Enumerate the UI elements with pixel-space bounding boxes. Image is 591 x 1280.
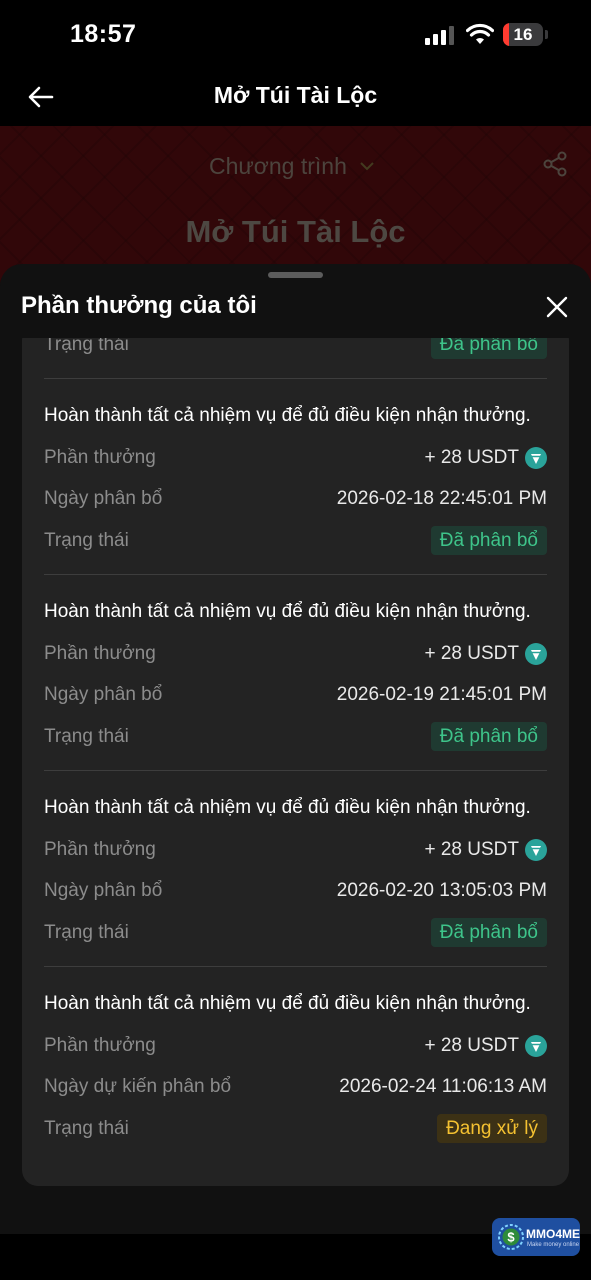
watermark-name: MMO4ME [526, 1227, 580, 1241]
reward-item-title: Hoàn thành tất cả nhiệm vụ để đủ điều ki… [44, 993, 531, 1014]
wifi-icon [466, 23, 494, 44]
rewards-card: Trạng thái Đã phân bổ Hoàn thành tất cả … [22, 324, 569, 1186]
usdt-icon [525, 643, 547, 665]
modal-backdrop[interactable] [0, 126, 591, 286]
cellular-signal-icon [425, 26, 454, 45]
battery-text: 16 [513, 25, 533, 44]
reward-value: + 28 USDT [424, 643, 519, 664]
reward-item-title: Hoàn thành tất cả nhiệm vụ để đủ điều ki… [44, 601, 531, 622]
divider [44, 966, 547, 967]
sheet-header: Phần thưởng của tôi [0, 278, 591, 338]
date-label: Ngày phân bổ [44, 684, 163, 705]
reward-label: Phần thưởng [44, 839, 156, 860]
reward-item-title: Hoàn thành tất cả nhiệm vụ để đủ điều ki… [44, 405, 531, 426]
status-label: Trạng thái [44, 1118, 129, 1139]
date-value: 2026-02-19 21:45:01 PM [336, 684, 547, 705]
sheet-title: Phần thưởng của tôi [21, 292, 257, 319]
nav-bar: Mở Túi Tài Lộc [0, 70, 591, 126]
date-value: 2026-02-20 13:05:03 PM [336, 880, 547, 901]
usdt-icon [525, 1035, 547, 1057]
reward-label: Phần thưởng [44, 1035, 156, 1056]
rewards-sheet: Trạng thái Đã phân bổ Hoàn thành tất cả … [0, 264, 591, 1234]
battery-icon: 16 [503, 23, 543, 46]
reward-item-title: Hoàn thành tất cả nhiệm vụ để đủ điều ki… [44, 797, 531, 818]
watermark-tagline: Make money online [527, 1242, 580, 1248]
status-label: Trạng thái [44, 726, 129, 747]
date-label: Ngày phân bổ [44, 880, 163, 901]
close-icon[interactable] [545, 295, 569, 319]
date-value: 2026-02-18 22:45:01 PM [336, 488, 547, 509]
status-label: Trạng thái [44, 922, 129, 943]
svg-text:$: $ [507, 1230, 515, 1245]
date-value: 2026-02-24 11:06:13 AM [339, 1076, 547, 1097]
reward-value: + 28 USDT [424, 1035, 519, 1056]
status-badge: Đang xử lý [437, 1114, 547, 1143]
divider [44, 378, 547, 379]
usdt-icon [525, 839, 547, 861]
reward-value: + 28 USDT [424, 447, 519, 468]
reward-label: Phần thưởng [44, 643, 156, 664]
status-badge: Đã phân bổ [430, 918, 547, 947]
divider [44, 770, 547, 771]
page-title: Mở Túi Tài Lộc [213, 82, 378, 108]
usdt-icon [525, 447, 547, 469]
status-bar: 18:57 16 [0, 0, 591, 70]
date-label: Ngày dự kiến phân bổ [44, 1076, 232, 1097]
date-label: Ngày phân bổ [44, 488, 163, 509]
status-time: 18:57 [70, 20, 137, 48]
reward-label: Phần thưởng [44, 447, 156, 468]
status-badge: Đã phân bổ [430, 722, 547, 751]
status-label: Trạng thái [44, 530, 129, 551]
divider [44, 574, 547, 575]
watermark-logo: $ MMO4ME Make money online [492, 1218, 580, 1256]
battery-nub [545, 30, 548, 39]
status-badge: Đã phân bổ [430, 526, 547, 555]
reward-value: + 28 USDT [424, 839, 519, 860]
dollar-coin-icon: $ [498, 1224, 524, 1250]
